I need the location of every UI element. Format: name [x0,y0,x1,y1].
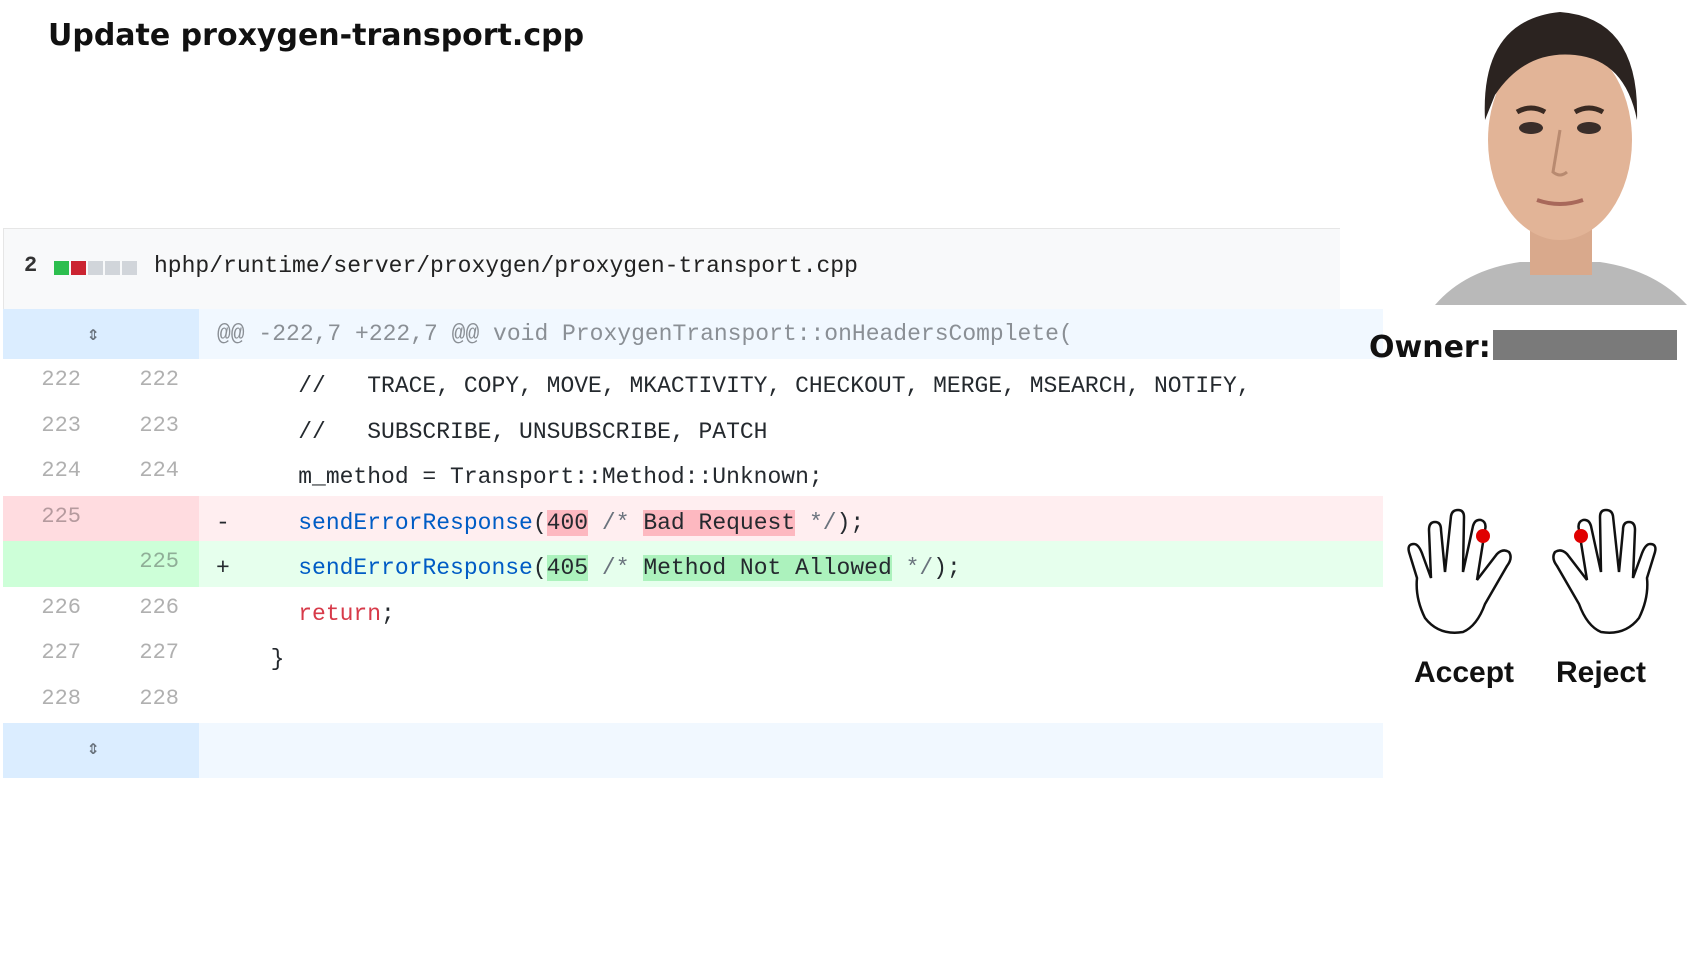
new-line-number[interactable]: 227 [119,640,179,665]
status-message: Bad Request [643,509,796,536]
expand-up-button[interactable]: ⇕ [3,309,199,359]
diffstat-block [122,261,137,275]
old-line-number[interactable]: 224 [21,458,81,483]
addition-sign: + [216,555,230,581]
accept-label[interactable]: Accept [1414,656,1514,690]
diffstat-block [54,261,69,275]
diffstat-block [88,261,103,275]
file-path[interactable]: hphp/runtime/server/proxygen/proxygen-tr… [154,253,858,279]
diff-line: 222 222 // TRACE, COPY, MOVE, MKACTIVITY… [3,359,1383,405]
old-line-number[interactable]: 223 [21,413,81,438]
diff-line: 223 223 // SUBSCRIBE, UNSUBSCRIBE, PATCH [3,405,1383,451]
left-hand-icon[interactable] [1405,508,1529,648]
reject-label[interactable]: Reject [1556,656,1646,690]
code-line: sendErrorResponse(405 /* Method Not Allo… [243,555,961,581]
code-line: // TRACE, COPY, MOVE, MKACTIVITY, CHECKO… [243,373,1251,399]
diff-line: 227 227 } [3,632,1383,678]
code-line: sendErrorResponse(400 /* Bad Request */)… [243,509,865,536]
page-title: Update proxygen-transport.cpp [48,18,585,53]
hunk-header: @@ -222,7 +222,7 @@ void ProxygenTranspo… [217,321,1073,347]
expand-down-icon: ⇕ [87,738,100,761]
old-line-number[interactable]: 225 [21,504,81,529]
old-line-number[interactable]: 227 [21,640,81,665]
deletion-sign: - [216,509,230,536]
code-line: } [243,646,285,672]
paren: ( [532,555,547,581]
diffstat-block [71,261,86,275]
new-line-number[interactable]: 224 [119,458,179,483]
code-rest: ; [381,600,395,627]
statement-end: ); [933,555,961,581]
diffstat-block [105,261,120,275]
comment-close: */ [891,555,934,581]
expand-up-icon: ⇕ [87,324,100,347]
paren: ( [532,509,547,536]
status-code: 400 [546,509,589,536]
code-line: m_method = Transport::Method::Unknown; [243,464,823,490]
owner-redacted-field [1493,330,1677,360]
hunk-footer-row: ⇕ [3,723,1383,778]
keyword: return [298,600,382,627]
status-code: 405 [546,555,589,581]
hunk-header-row: ⇕ @@ -222,7 +222,7 @@ void ProxygenTrans… [3,309,1383,359]
new-line-number[interactable]: 222 [119,367,179,392]
diff-line: 226 226 return; [3,587,1383,633]
comment-open: /* [588,555,644,581]
old-line-number[interactable]: 222 [21,367,81,392]
old-line-number[interactable]: 226 [21,595,81,620]
statement-end: ); [836,509,865,536]
file-header: 2 hphp/runtime/server/proxygen/proxygen-… [3,228,1340,309]
diff-line: 224 224 m_method = Transport::Method::Un… [3,450,1383,496]
new-line-number[interactable]: 225 [119,549,179,574]
new-line-number[interactable]: 223 [119,413,179,438]
new-line-number[interactable]: 226 [119,595,179,620]
deleted-line: 225 - sendErrorResponse(400 /* Bad Reque… [3,495,1383,541]
added-line: 225 + sendErrorResponse(405 /* Method No… [3,541,1383,587]
right-hand-icon[interactable] [1535,508,1659,648]
function-name: sendErrorResponse [298,509,533,536]
old-line-number[interactable]: 228 [21,686,81,711]
expand-down-button[interactable]: ⇕ [3,723,199,778]
change-count: 2 [24,253,38,278]
function-name: sendErrorResponse [298,555,533,581]
comment-open: /* [588,509,644,536]
diff-view: 2 hphp/runtime/server/proxygen/proxygen-… [3,228,1383,778]
owner-photo [1425,0,1695,305]
new-line-number[interactable]: 228 [119,686,179,711]
diff-line: 228 228 [3,678,1383,724]
owner-label: Owner: [1369,330,1491,365]
code-line: return; [243,601,395,627]
code-line: // SUBSCRIBE, UNSUBSCRIBE, PATCH [243,418,768,445]
comment-close: */ [795,509,837,536]
diffstat-blocks [54,261,137,275]
status-message: Method Not Allowed [643,555,892,581]
